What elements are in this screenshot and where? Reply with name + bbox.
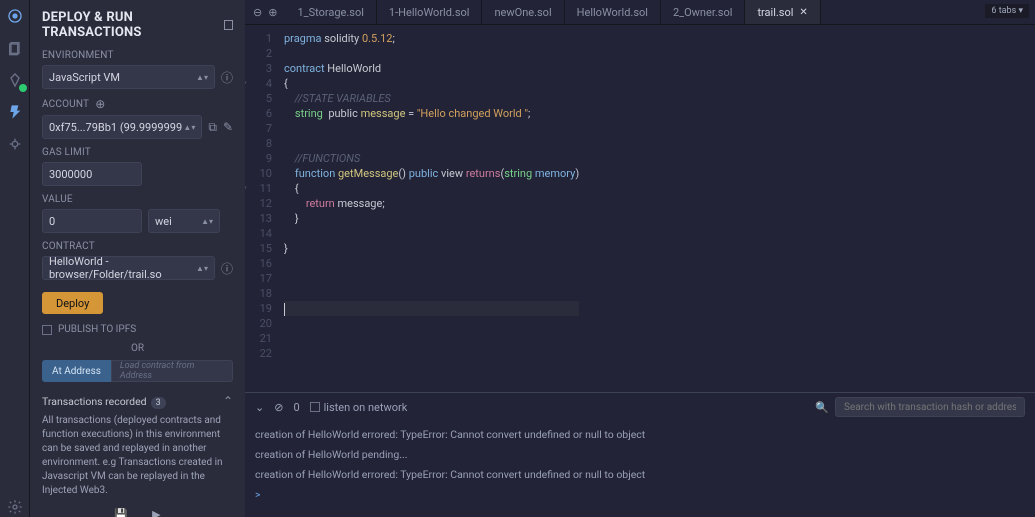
compile-icon[interactable] — [5, 70, 25, 90]
tab-storage[interactable]: 1_Storage.sol — [285, 0, 376, 24]
console: ⌄ ⊘ 0 listen on network 🔍 creation of He… — [245, 392, 1035, 517]
env-info-icon[interactable]: ⓘ — [221, 69, 233, 86]
compile-status-dot — [19, 84, 27, 92]
settings-icon[interactable] — [5, 497, 25, 517]
zoom-controls: ⊖ ⊕ — [245, 0, 285, 24]
panel-title: DEPLOY & RUN TRANSACTIONS — [42, 10, 233, 40]
env-select[interactable]: JavaScript VM▲▾ — [42, 65, 215, 89]
value-input[interactable]: 0 — [42, 209, 142, 233]
deploy-panel: DEPLOY & RUN TRANSACTIONS ENVIRONMENT Ja… — [30, 0, 245, 517]
contract-select[interactable]: HelloWorld - browser/Folder/trail.so▲▾ — [42, 256, 215, 280]
tx-count-badge: 3 — [151, 397, 166, 409]
vertical-iconbar — [0, 0, 30, 517]
gas-input[interactable]: 3000000 — [42, 162, 142, 186]
tab-hello[interactable]: HelloWorld.sol — [565, 0, 661, 24]
tx-recorded-header[interactable]: Transactions recorded3 ⌃ — [42, 394, 233, 408]
at-address-input[interactable]: Load contract from Address — [111, 360, 233, 382]
or-divider: OR — [42, 343, 233, 354]
play-tx-icon[interactable]: ▶ — [152, 508, 160, 517]
search-icon[interactable]: 🔍 — [815, 401, 829, 414]
zoom-out-icon[interactable]: ⊖ — [253, 6, 262, 19]
logo-icon[interactable] — [5, 6, 25, 26]
console-log: creation of HelloWorld errored: TypeErro… — [245, 421, 1035, 517]
console-bar: ⌄ ⊘ 0 listen on network 🔍 — [245, 393, 1035, 421]
close-tab-icon[interactable]: ✕ — [799, 7, 807, 18]
env-label: ENVIRONMENT — [42, 50, 233, 61]
console-prompt[interactable]: > — [255, 485, 1025, 505]
value-unit-select[interactable]: wei▲▾ — [148, 209, 220, 233]
tab-trail[interactable]: trail.sol✕ — [745, 0, 820, 24]
account-select[interactable]: 0xf75...79Bb1 (99.9999999▲▾ — [42, 115, 202, 139]
clear-console-icon[interactable]: ⊘ — [274, 401, 283, 414]
zoom-in-icon[interactable]: ⊕ — [268, 6, 277, 19]
gas-label: GAS LIMIT — [42, 147, 233, 158]
pending-count: 0 — [293, 401, 299, 414]
account-label: ACCOUNT⊕ — [42, 97, 233, 111]
save-tx-icon[interactable]: 💾 — [114, 508, 128, 517]
contract-info-icon[interactable]: ⓘ — [221, 260, 233, 277]
editor-area: ⊖ ⊕ 1_Storage.sol 1-HelloWorld.sol newOn… — [245, 0, 1035, 517]
value-label: VALUE — [42, 194, 233, 205]
copy-account-icon[interactable]: ⧉ — [208, 120, 217, 135]
add-account-icon[interactable]: ⊕ — [95, 97, 105, 111]
edit-account-icon[interactable]: ✎ — [223, 120, 233, 134]
tab-count-badge[interactable]: 6 tabs ▾ — [985, 4, 1029, 18]
collapse-console-icon[interactable]: ⌄ — [255, 401, 264, 414]
deploy-icon[interactable] — [5, 102, 25, 122]
copy-icon[interactable] — [224, 20, 233, 30]
deploy-button[interactable]: Deploy — [42, 292, 103, 314]
code-editor[interactable]: 12345678910111213141516171819202122 prag… — [245, 25, 1035, 392]
log-line: creation of HelloWorld errored: TypeErro… — [255, 425, 1025, 445]
publish-checkbox[interactable]: PUBLISH TO IPFS — [42, 324, 233, 335]
tab-hello1[interactable]: 1-HelloWorld.sol — [377, 0, 483, 24]
log-line: creation of HelloWorld errored: TypeErro… — [255, 465, 1025, 485]
log-line: creation of HelloWorld pending... — [255, 445, 1025, 465]
files-icon[interactable] — [5, 38, 25, 58]
tab-newone[interactable]: newOne.sol — [482, 0, 564, 24]
at-address-button[interactable]: At Address — [42, 360, 111, 382]
tab-bar: ⊖ ⊕ 1_Storage.sol 1-HelloWorld.sol newOn… — [245, 0, 1035, 25]
listen-checkbox[interactable] — [310, 402, 320, 412]
console-search-input[interactable] — [835, 397, 1025, 417]
tab-owner[interactable]: 2_Owner.sol — [661, 0, 745, 24]
chevron-up-icon[interactable]: ⌃ — [223, 394, 233, 408]
contract-label: CONTRACT — [42, 241, 233, 252]
tx-description: All transactions (deployed contracts and… — [42, 414, 233, 498]
debug-icon[interactable] — [5, 134, 25, 154]
